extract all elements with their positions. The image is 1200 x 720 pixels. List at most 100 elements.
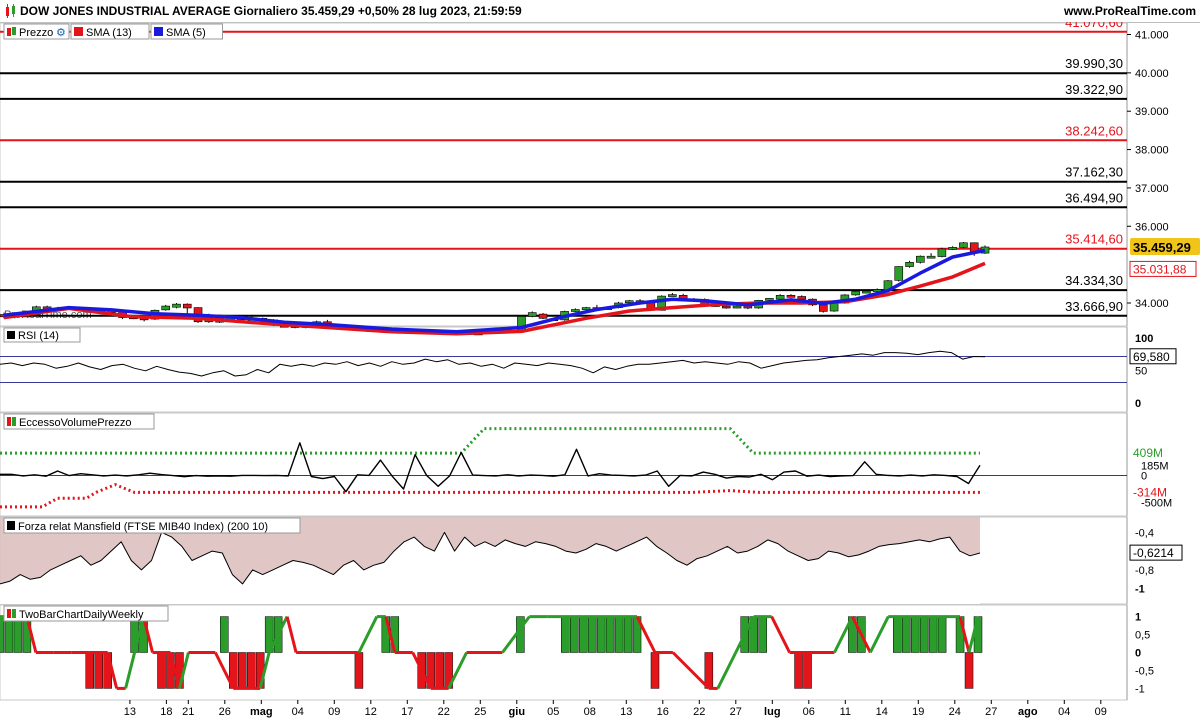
twobar-bar[interactable] [246, 652, 256, 689]
level-label-1: 39.990,30 [1065, 56, 1123, 71]
candle-body[interactable] [527, 312, 537, 317]
twobar-swatch [7, 609, 11, 618]
chart-header: DOW JONES INDUSTRIAL AVERAGE Giornaliero… [0, 0, 1200, 23]
candle-body[interactable] [862, 290, 871, 294]
panel-0-frame [0, 22, 1128, 327]
xtick-label: 09 [328, 706, 340, 718]
twobar-bar[interactable] [623, 616, 633, 653]
xtick-label: 25 [474, 706, 486, 718]
twobar-bar[interactable] [238, 652, 247, 689]
sma13-value-label: 35.031,88 [1133, 262, 1187, 276]
mansfield-ytick-label: -0,4 [1135, 527, 1154, 539]
twobar-bar[interactable] [561, 616, 570, 653]
panel-2-frame [0, 412, 1128, 517]
candle-body[interactable] [721, 305, 731, 309]
candle-body[interactable] [937, 248, 947, 257]
candle-body[interactable] [571, 309, 580, 312]
chart-canvas[interactable]: ProRealTime.com41.070,6039.990,3039.322,… [0, 22, 1200, 720]
candle-body[interactable] [894, 266, 904, 281]
candle-body[interactable] [624, 300, 634, 303]
twobar-bar[interactable] [614, 616, 624, 653]
level-label-6: 35.414,60 [1065, 232, 1123, 247]
twobar-bar[interactable] [13, 616, 23, 653]
twobar-bar[interactable] [435, 652, 444, 689]
vol-value-label-1: -314M [1133, 485, 1167, 499]
candle-icon [12, 27, 16, 35]
twobar-bar[interactable] [901, 616, 911, 653]
candle-body[interactable] [797, 296, 807, 300]
mansfield-ytick-label: -1 [1135, 584, 1145, 596]
twobar-bar[interactable] [569, 616, 579, 653]
twobar-bar[interactable] [892, 616, 902, 653]
twobar-bar[interactable] [704, 652, 714, 689]
rsi-ytick-label: 50 [1135, 366, 1147, 378]
candle-icon [7, 28, 11, 36]
xtick-label: 19 [912, 706, 924, 718]
twobar-bar[interactable] [964, 652, 974, 689]
xtick-label: 26 [219, 706, 231, 718]
twobar-bar[interactable] [220, 616, 229, 653]
xtick-label: 08 [584, 706, 596, 718]
candle-body[interactable] [905, 262, 914, 267]
xtick-label: 24 [949, 706, 961, 718]
candle-body[interactable] [926, 255, 936, 259]
candle-body[interactable] [538, 313, 548, 319]
legend-label-2: SMA (5) [166, 27, 206, 39]
xtick-label: lug [764, 706, 781, 718]
vol-swatch [7, 417, 11, 426]
twobar-bar[interactable] [596, 616, 606, 653]
candle-body[interactable] [172, 303, 181, 308]
xtick-label: ago [1018, 706, 1038, 718]
twobar-bar[interactable] [758, 616, 767, 653]
twobar-ytick-label: -0,5 [1135, 665, 1154, 677]
site-link[interactable]: www.ProRealTime.com [1064, 4, 1196, 18]
twobar-bar[interactable] [157, 652, 166, 689]
mansfield-value-label: -0,6214 [1133, 546, 1174, 560]
candle-body[interactable] [765, 298, 774, 301]
candle-body[interactable] [959, 242, 968, 248]
twobar-bar[interactable] [354, 652, 364, 689]
twobar-ytick-label: 1 [1135, 612, 1141, 624]
candle-body[interactable] [818, 304, 828, 312]
twobar-bar[interactable] [803, 652, 812, 689]
twobar-bar[interactable] [587, 616, 597, 653]
twobar-bar[interactable] [605, 616, 615, 653]
candle-body[interactable] [775, 295, 785, 300]
candle-body[interactable] [668, 294, 677, 297]
price-ytick-label: 34.000 [1135, 298, 1169, 310]
candle-body[interactable] [732, 305, 742, 309]
candle-body[interactable] [948, 247, 957, 250]
candle-body[interactable] [916, 255, 925, 263]
twobar-ytick-label: 0 [1135, 648, 1141, 660]
candle-body[interactable] [786, 295, 796, 298]
xtick-label: 11 [840, 706, 851, 718]
twobar-bar[interactable] [578, 616, 588, 653]
candle-body[interactable] [851, 291, 860, 296]
legend-swatch-2 [154, 27, 163, 36]
twobar-bar[interactable] [910, 616, 920, 653]
twobar-bar[interactable] [937, 616, 947, 653]
level-label-5: 36.494,90 [1065, 190, 1123, 205]
xtick-label: mag [250, 706, 273, 718]
chart-title: DOW JONES INDUSTRIAL AVERAGE Giornaliero… [20, 4, 522, 18]
twobar-bar[interactable] [94, 652, 103, 689]
level-label-8: 33.666,90 [1065, 299, 1123, 314]
twobar-bar[interactable] [650, 652, 660, 689]
candle-body[interactable] [161, 305, 171, 311]
twobar-bar[interactable] [0, 616, 5, 653]
level-label-4: 37.162,30 [1065, 165, 1123, 180]
candle-body[interactable] [829, 302, 839, 312]
twobar-bar[interactable] [794, 652, 803, 689]
wrench-icon[interactable]: ⚙ [56, 27, 66, 39]
twobar-bar[interactable] [928, 616, 938, 653]
candle-body[interactable] [182, 303, 192, 309]
xtick-label: 04 [292, 706, 304, 718]
legend-label-0: Prezzo [19, 27, 53, 39]
twobar-ytick-label: 0,5 [1135, 630, 1150, 642]
twobar-bar[interactable] [4, 616, 14, 653]
xtick-label: 22 [438, 706, 450, 718]
twobar-bar[interactable] [85, 652, 94, 689]
twobar-bar[interactable] [919, 616, 929, 653]
candle-body[interactable] [581, 307, 591, 310]
xtick-label: 13 [124, 706, 136, 718]
